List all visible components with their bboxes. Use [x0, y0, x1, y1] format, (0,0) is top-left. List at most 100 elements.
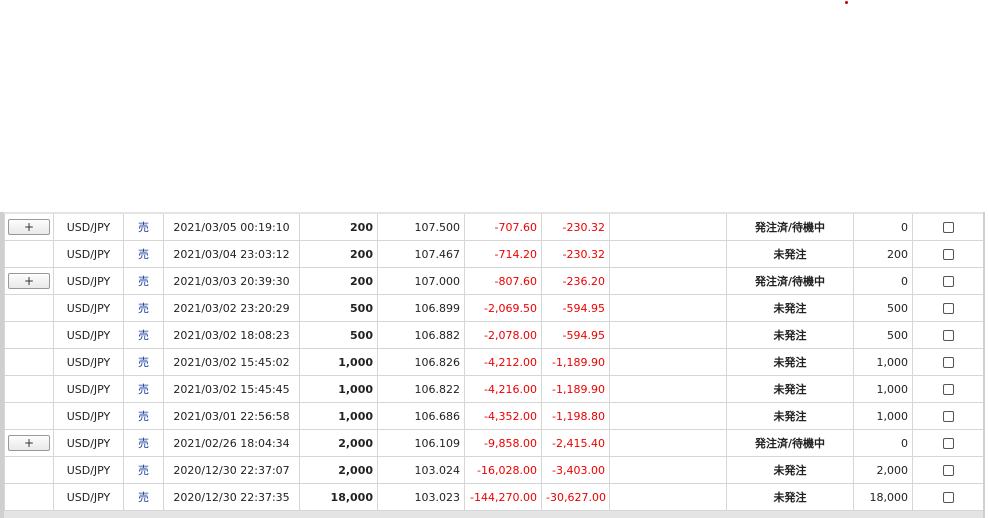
- currency-pair: USD/JPY: [53, 240, 124, 268]
- trade-side: 売: [123, 375, 164, 403]
- order-time: 2021/02/26 18:04:34: [163, 429, 300, 457]
- remaining-qty: 1,000: [853, 375, 913, 403]
- order-time: 2021/03/05 00:19:10: [163, 214, 300, 241]
- trade-side: 売: [123, 294, 164, 322]
- select-cell: [912, 294, 984, 322]
- swap-value: -1,189.90: [541, 348, 610, 376]
- table-row: USD/JPY 売 2021/03/02 15:45:45 1,000 106.822-…: [4, 375, 984, 403]
- remaining-qty: 0: [853, 267, 913, 295]
- select-cell: [912, 214, 984, 241]
- positions-table-panel: + USD/JPY 売 2021/03/05 00:19:10 200 107.500 -7…: [0, 212, 989, 518]
- currency-pair: USD/JPY: [53, 483, 124, 511]
- entry-rate: 106.826: [377, 348, 465, 376]
- row-checkbox[interactable]: [942, 276, 954, 287]
- order-status: 発注済/待機中: [726, 214, 854, 241]
- table-row: USD/JPY 売 2021/03/01 22:56:58 1,000 106.686-…: [4, 402, 984, 430]
- trade-side: 売: [123, 402, 164, 430]
- quantity: 200: [299, 240, 378, 268]
- quantity: 200: [299, 267, 378, 295]
- order-status: 未発注: [726, 402, 854, 430]
- table-row: USD/JPY 売 2021/03/02 23:20:29 500 106.899 -2,…: [4, 294, 984, 322]
- profit-loss: -144,270.00: [464, 483, 542, 511]
- trade-side: 売: [123, 214, 164, 241]
- select-cell: [912, 429, 984, 457]
- row-checkbox[interactable]: [942, 465, 954, 476]
- quantity: 18,000: [299, 483, 378, 511]
- positions-table: + USD/JPY 売 2021/03/05 00:19:10 200 107.500 -7…: [4, 214, 984, 511]
- remaining-qty: 200: [853, 240, 913, 268]
- remaining-qty: 0: [853, 214, 913, 241]
- quantity: 2,000: [299, 456, 378, 484]
- trade-side: 売: [123, 348, 164, 376]
- empty-cell: [609, 402, 727, 430]
- expand-button[interactable]: +: [8, 219, 50, 235]
- select-cell: [912, 375, 984, 403]
- swap-value: -1,189.90: [541, 375, 610, 403]
- order-status: 未発注: [726, 294, 854, 322]
- profit-loss: -4,352.00: [464, 402, 542, 430]
- table-row: USD/JPY 売 2021/03/04 23:03:12 200 107.467 -71…: [4, 240, 984, 268]
- order-status: 未発注: [726, 240, 854, 268]
- row-checkbox[interactable]: [942, 303, 954, 314]
- currency-pair: USD/JPY: [53, 429, 124, 457]
- select-cell: [912, 348, 984, 376]
- currency-pair: USD/JPY: [53, 348, 124, 376]
- select-cell: [912, 240, 984, 268]
- order-time: 2021/03/03 20:39:30: [163, 267, 300, 295]
- currency-pair: USD/JPY: [53, 375, 124, 403]
- expand-button[interactable]: +: [8, 435, 50, 451]
- row-checkbox[interactable]: [942, 357, 954, 368]
- order-status: 発注済/待機中: [726, 267, 854, 295]
- empty-cell: [609, 267, 727, 295]
- remaining-qty: 500: [853, 321, 913, 349]
- trade-side: 売: [123, 429, 164, 457]
- expand-cell: [4, 348, 54, 376]
- expand-button[interactable]: +: [8, 273, 50, 289]
- profit-loss: -16,028.00: [464, 456, 542, 484]
- remaining-qty: 2,000: [853, 456, 913, 484]
- order-status: 未発注: [726, 375, 854, 403]
- expand-cell: +: [4, 214, 54, 241]
- quantity: 1,000: [299, 348, 378, 376]
- entry-rate: 107.500: [377, 214, 465, 241]
- row-checkbox[interactable]: [942, 411, 954, 422]
- currency-pair: USD/JPY: [53, 456, 124, 484]
- order-time: 2021/03/02 18:08:23: [163, 321, 300, 349]
- expand-cell: [4, 240, 54, 268]
- swap-value: -594.95: [541, 321, 610, 349]
- table-row: USD/JPY 売 2021/03/02 15:45:02 1,000 106.826 -…: [4, 348, 984, 376]
- red-marker-dot: [845, 1, 848, 4]
- expand-cell: [4, 483, 54, 511]
- expand-cell: [4, 402, 54, 430]
- row-checkbox[interactable]: [942, 222, 954, 233]
- row-checkbox[interactable]: [942, 438, 954, 449]
- trade-side: 売: [123, 267, 164, 295]
- order-status: 発注済/待機中: [726, 429, 854, 457]
- row-checkbox[interactable]: [942, 492, 954, 503]
- table-row: + USD/JPY 売 2021/02/26 18:04:34 2,000 106.109…: [4, 429, 984, 457]
- empty-cell: [609, 429, 727, 457]
- order-time: 2021/03/02 15:45:45: [163, 375, 300, 403]
- select-cell: [912, 267, 984, 295]
- panel-scrollbar-edge[interactable]: [983, 212, 989, 518]
- profit-loss: -4,216.00: [464, 375, 542, 403]
- select-cell: [912, 483, 984, 511]
- empty-cell: [609, 348, 727, 376]
- order-time: 2021/03/02 15:45:02: [163, 348, 300, 376]
- entry-rate: 106.686: [377, 402, 465, 430]
- swap-value: -230.32: [541, 214, 610, 241]
- trade-side: 売: [123, 483, 164, 511]
- profit-loss: -2,078.00: [464, 321, 542, 349]
- swap-value: -2,415.40: [541, 429, 610, 457]
- entry-rate: 107.467: [377, 240, 465, 268]
- quantity: 1,000: [299, 375, 378, 403]
- swap-value: -30,627.00: [541, 483, 610, 511]
- row-checkbox[interactable]: [942, 249, 954, 260]
- expand-cell: +: [4, 429, 54, 457]
- select-cell: [912, 321, 984, 349]
- empty-cell: [609, 456, 727, 484]
- row-checkbox[interactable]: [942, 384, 954, 395]
- swap-value: -1,198.80: [541, 402, 610, 430]
- row-checkbox[interactable]: [942, 330, 954, 341]
- currency-pair: USD/JPY: [53, 294, 124, 322]
